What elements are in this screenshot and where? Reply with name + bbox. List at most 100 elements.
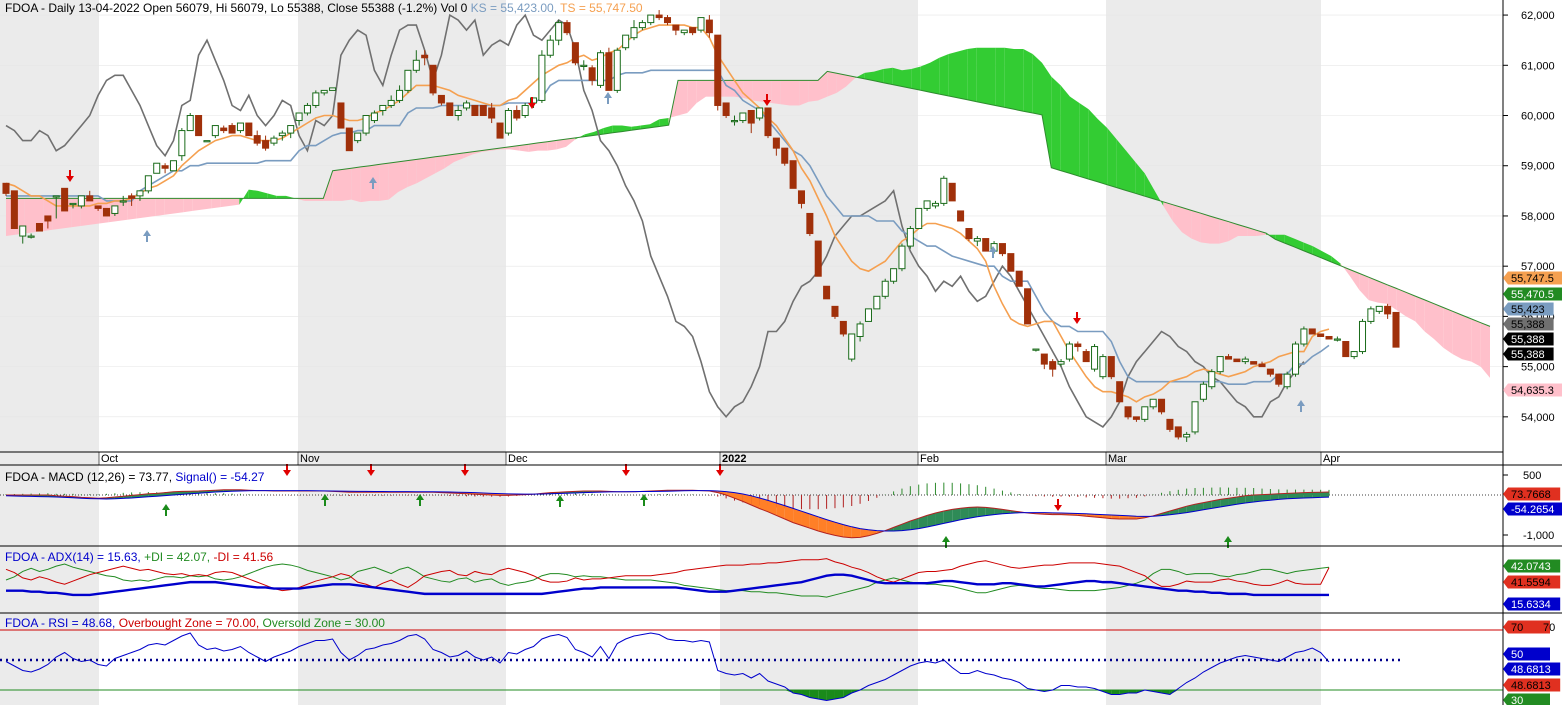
adx-label: FDOA - ADX(14) = 15.63,: [5, 550, 141, 564]
candle-body: [1333, 338, 1341, 341]
candle-body: [1350, 351, 1358, 358]
adx-tag: 42.0743: [1503, 559, 1561, 573]
y-tick-label: 61,000: [1521, 60, 1555, 72]
ichimoku-cloud-segment: [258, 190, 268, 199]
macd-fill-segment: [1295, 492, 1304, 499]
macd-buy-arrow: [556, 495, 564, 501]
y-tick-label: 57,000: [1521, 261, 1555, 273]
adx-tag-text: 15.6334: [1511, 599, 1551, 611]
ichimoku-cloud-segment: [52, 198, 62, 230]
candle-body: [923, 200, 931, 209]
candle: [1141, 406, 1149, 422]
candle-body: [488, 107, 496, 119]
ichimoku-cloud-segment: [986, 47, 996, 106]
candle-body: [228, 125, 236, 134]
candle-body: [605, 52, 613, 91]
candle: [580, 60, 588, 71]
overbought-label: Overbought Zone = 70.00,: [119, 616, 259, 630]
candle-body: [1091, 346, 1099, 370]
stock-chart[interactable]: Oct Nov Dec 2022 Feb Mar Apr54,00055,00056,000…: [0, 0, 1562, 705]
adx-tag-text: 42.0743: [1511, 561, 1551, 573]
ichimoku-cloud-segment: [911, 66, 921, 91]
candle-body: [873, 295, 881, 310]
x-tick-label: Apr: [1323, 453, 1340, 465]
candle: [1099, 354, 1107, 380]
candle-body: [253, 135, 261, 144]
candle: [61, 187, 69, 212]
ichimoku-cloud-segment: [1471, 318, 1481, 367]
candle-body: [1199, 383, 1207, 400]
ichimoku-cloud-segment: [146, 198, 156, 218]
candle-body: [178, 130, 186, 157]
candle-body: [287, 125, 295, 134]
x-tick-label: 2022: [722, 453, 746, 465]
candle: [923, 200, 931, 211]
candle-body: [203, 140, 211, 143]
ichimoku-cloud-segment: [752, 80, 762, 102]
candle: [957, 210, 965, 222]
adx-tag: 15.6334: [1503, 597, 1561, 611]
candle: [1317, 333, 1325, 337]
ichimoku-cloud-segment: [1415, 296, 1425, 332]
candle-body: [320, 89, 328, 94]
ichimoku-cloud-segment: [192, 198, 202, 211]
candle-body: [1208, 371, 1216, 388]
ichimoku-cloud-segment: [1079, 102, 1089, 180]
candle-body: [278, 132, 286, 137]
candle: [697, 17, 705, 33]
ichimoku-cloud-segment: [799, 80, 809, 106]
ichimoku-cloud-segment: [248, 189, 258, 199]
candle-body: [563, 22, 571, 34]
candle: [982, 238, 990, 252]
candle-body: [1233, 358, 1241, 363]
candle: [1216, 356, 1224, 375]
ichimoku-cloud-segment: [780, 80, 790, 106]
price-tag-text: 54,635.3: [1511, 385, 1554, 397]
candle: [1292, 341, 1300, 377]
candle-body: [111, 205, 119, 214]
candle-body: [638, 22, 646, 29]
ichimoku-cloud-segment: [771, 80, 781, 105]
candle-body: [1024, 288, 1032, 325]
ichimoku-cloud-segment: [976, 47, 986, 104]
candle-body: [730, 120, 739, 123]
candle-body: [1275, 373, 1283, 385]
ichimoku-cloud-segment: [1014, 48, 1024, 112]
mdi-label: -DI = 41.56: [213, 550, 273, 564]
price-tag: 55,747.5: [1503, 271, 1562, 285]
candle: [1065, 341, 1073, 362]
candle-body: [1250, 361, 1258, 365]
candle-body: [647, 14, 655, 24]
candle-body: [245, 122, 253, 137]
candle-body: [1057, 361, 1065, 365]
candle: [169, 160, 177, 172]
candle-body: [44, 215, 52, 222]
candle: [1250, 361, 1258, 365]
month-shade: [1106, 0, 1321, 705]
ichimoku-cloud-segment: [1032, 53, 1042, 115]
price-tag-text: 55,388: [1511, 319, 1545, 331]
candle: [220, 125, 228, 134]
candle-body: [119, 200, 127, 203]
candle: [864, 308, 872, 322]
macd-y-tick-label: 500: [1523, 470, 1541, 482]
candle-body: [739, 112, 747, 122]
candle-body: [965, 228, 973, 240]
candle-body: [764, 107, 772, 137]
candle-body: [1183, 433, 1191, 438]
candle-body: [1191, 401, 1199, 433]
candle: [253, 130, 261, 146]
candle-body: [404, 69, 412, 91]
candle-body: [10, 190, 18, 230]
macd-sell-arrow: [283, 470, 291, 476]
candle-body: [35, 222, 44, 232]
candle-body: [1342, 341, 1350, 358]
candle: [513, 105, 521, 121]
candle: [890, 268, 898, 284]
candle-body: [396, 89, 404, 101]
candle-body: [756, 107, 764, 119]
candle: [1308, 328, 1316, 335]
candle-body: [1082, 351, 1090, 363]
month-shade: [720, 0, 918, 705]
price-tag-text: 55,423: [1511, 304, 1545, 316]
